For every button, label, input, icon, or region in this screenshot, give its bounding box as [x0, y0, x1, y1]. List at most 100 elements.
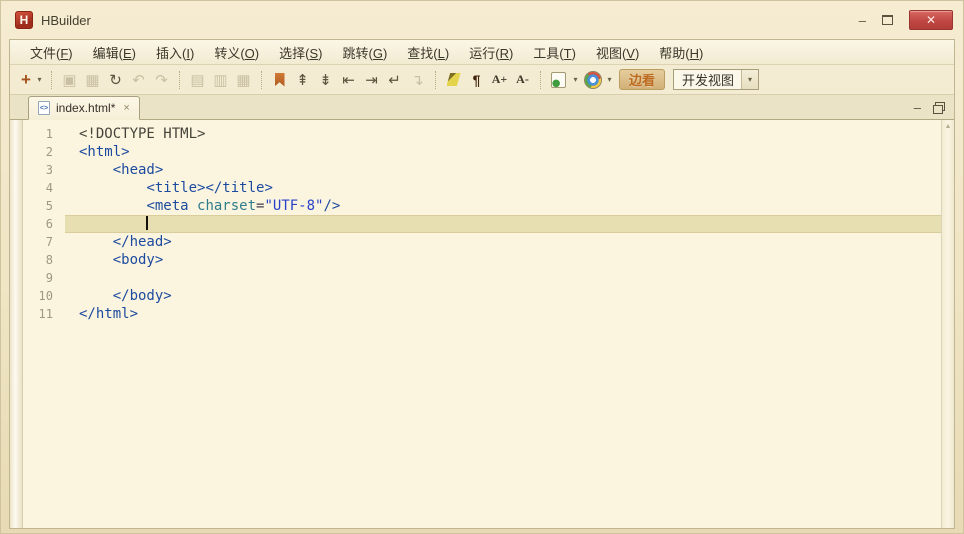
client-area: 文件(F) 编辑(E) 插入(I) 转义(O) 选择(S) 跳转(G) 查找(L) 运行(R)…: [9, 39, 955, 529]
save-icon[interactable]: ▣: [58, 69, 81, 91]
toolbar-separator: [179, 70, 180, 89]
chrome-browser-icon[interactable]: [581, 69, 604, 91]
highlight-marker-icon[interactable]: [442, 69, 465, 91]
next-edit-position-icon[interactable]: ↴: [406, 69, 429, 91]
line-content[interactable]: <head>: [65, 161, 941, 179]
line-content[interactable]: </head>: [65, 233, 941, 251]
toolbar-separator: [435, 70, 436, 89]
tab-index-html[interactable]: <> index.html* ×: [28, 96, 140, 120]
live-view-mode-button[interactable]: 边看: [619, 69, 666, 90]
line-number: 10: [38, 289, 53, 303]
save-all-icon[interactable]: ▦: [81, 69, 104, 91]
line-content[interactable]: <title></title>: [65, 179, 941, 197]
tab-bar: <> index.html* × –: [10, 95, 954, 120]
menu-item-t[interactable]: 工具(T): [523, 40, 586, 65]
font-increase-icon[interactable]: A+: [488, 69, 511, 91]
line-number: 6: [45, 217, 53, 231]
format-selection-icon[interactable]: ▦: [232, 69, 255, 91]
vertical-scrollbar[interactable]: ▲: [941, 120, 954, 528]
line-number: 2: [45, 145, 53, 159]
tab-close-icon[interactable]: ×: [123, 102, 129, 114]
new-file-icon[interactable]: +: [18, 69, 34, 91]
line-content[interactable]: </html>: [65, 305, 941, 323]
app-window: H HBuilder – ✕ 文件(F) 编辑(E) 插入(I) 转义(O) 选择(S)…: [0, 0, 964, 534]
run-browser-caret-icon[interactable]: ▾: [570, 69, 581, 91]
line-content[interactable]: <!DOCTYPE HTML>: [65, 125, 941, 143]
run-in-browser-icon[interactable]: [547, 69, 570, 91]
show-paragraph-marks-icon[interactable]: ¶: [465, 69, 488, 91]
tab-label: index.html*: [56, 101, 116, 115]
menu-bar: 文件(F) 编辑(E) 插入(I) 转义(O) 选择(S) 跳转(G) 查找(L) 运行(R)…: [10, 40, 954, 65]
line-content[interactable]: <body>: [65, 251, 941, 269]
menu-item-o[interactable]: 转义(O): [204, 40, 269, 65]
jump-line-end-icon[interactable]: ⇥: [360, 69, 383, 91]
code-line[interactable]: 7 </head>: [23, 233, 941, 251]
code-editor[interactable]: 1 <!DOCTYPE HTML> 2 <html> 3 <head> 4 <title>…: [23, 120, 941, 528]
line-number: 4: [45, 181, 53, 195]
code-line[interactable]: 6: [23, 215, 941, 233]
menu-item-r[interactable]: 运行(R): [459, 40, 523, 65]
line-number: 5: [45, 199, 53, 213]
maximize-button[interactable]: [882, 15, 893, 25]
view-select-caret-icon[interactable]: ▾: [741, 70, 759, 89]
line-content[interactable]: <html>: [65, 143, 941, 161]
line-content[interactable]: [65, 215, 941, 233]
menu-item-g[interactable]: 跳转(G): [332, 40, 397, 65]
menu-item-i[interactable]: 插入(I): [146, 40, 204, 65]
line-content[interactable]: <meta charset="UTF-8"/>: [65, 197, 941, 215]
line-number: 9: [45, 271, 53, 285]
toolbar: + ▾ ▣ ▦ ↻ ↶ ↷ ▤ ▥ ▦ ⇞ ⇟ ⇤ ⇥ ↵ ↴ ¶ A+ A- ▾ ▾ 边看 开发视图 ▾: [10, 65, 954, 95]
code-line[interactable]: 9: [23, 269, 941, 287]
menu-item-f[interactable]: 文件(F): [20, 40, 83, 65]
pane-minimize-icon[interactable]: –: [914, 100, 921, 115]
sidebar-splitter[interactable]: [10, 120, 23, 528]
toolbar-separator: [540, 70, 541, 89]
scroll-up-icon[interactable]: ▲: [945, 123, 952, 130]
editor-area: 1 <!DOCTYPE HTML> 2 <html> 3 <head> 4 <title>…: [10, 120, 954, 528]
jump-line-start-icon[interactable]: ⇤: [337, 69, 360, 91]
toolbar-separator: [51, 70, 52, 89]
hbuilder-logo-icon: H: [15, 11, 33, 29]
code-line[interactable]: 10 </body>: [23, 287, 941, 305]
line-number: 11: [38, 307, 53, 321]
line-number: 1: [45, 127, 53, 141]
last-edit-position-icon[interactable]: ↵: [383, 69, 406, 91]
code-line[interactable]: 2 <html>: [23, 143, 941, 161]
line-content[interactable]: </body>: [65, 287, 941, 305]
format-code-icon[interactable]: ▤: [186, 69, 209, 91]
compress-code-icon[interactable]: ▥: [209, 69, 232, 91]
code-line[interactable]: 5 <meta charset="UTF-8"/>: [23, 197, 941, 215]
menu-item-e[interactable]: 编辑(E): [83, 40, 146, 65]
undo-icon[interactable]: ↶: [127, 69, 150, 91]
line-content[interactable]: [65, 269, 941, 287]
menu-item-l[interactable]: 查找(L): [397, 40, 459, 65]
view-select[interactable]: 开发视图 ▾: [673, 69, 760, 90]
line-number: 7: [45, 235, 53, 249]
menu-item-s[interactable]: 选择(S): [269, 40, 332, 65]
prev-bookmark-icon[interactable]: ⇞: [291, 69, 314, 91]
menu-item-h[interactable]: 帮助(H): [649, 40, 713, 65]
close-button[interactable]: ✕: [909, 10, 953, 30]
code-line[interactable]: 3 <head>: [23, 161, 941, 179]
title-bar: H HBuilder – ✕: [1, 1, 963, 37]
text-cursor: [146, 216, 149, 230]
menu-item-v[interactable]: 视图(V): [586, 40, 649, 65]
window-title: HBuilder: [41, 12, 91, 28]
new-file-caret-icon[interactable]: ▾: [34, 69, 45, 91]
toolbar-separator: [261, 70, 262, 89]
chrome-browser-caret-icon[interactable]: ▾: [604, 69, 615, 91]
revert-file-icon[interactable]: ↻: [104, 69, 127, 91]
line-number: 8: [45, 253, 53, 267]
next-bookmark-icon[interactable]: ⇟: [314, 69, 337, 91]
minimize-button[interactable]: –: [859, 14, 866, 27]
code-line[interactable]: 4 <title></title>: [23, 179, 941, 197]
redo-icon[interactable]: ↷: [150, 69, 173, 91]
view-select-label: 开发视图: [682, 73, 735, 88]
window-controls: – ✕: [859, 10, 953, 30]
code-line[interactable]: 1 <!DOCTYPE HTML>: [23, 125, 941, 143]
pane-restore-icon[interactable]: [933, 102, 945, 114]
code-line[interactable]: 8 <body>: [23, 251, 941, 269]
font-decrease-icon[interactable]: A-: [511, 69, 534, 91]
code-line[interactable]: 11 </html>: [23, 305, 941, 323]
bookmark-icon[interactable]: [268, 69, 291, 91]
